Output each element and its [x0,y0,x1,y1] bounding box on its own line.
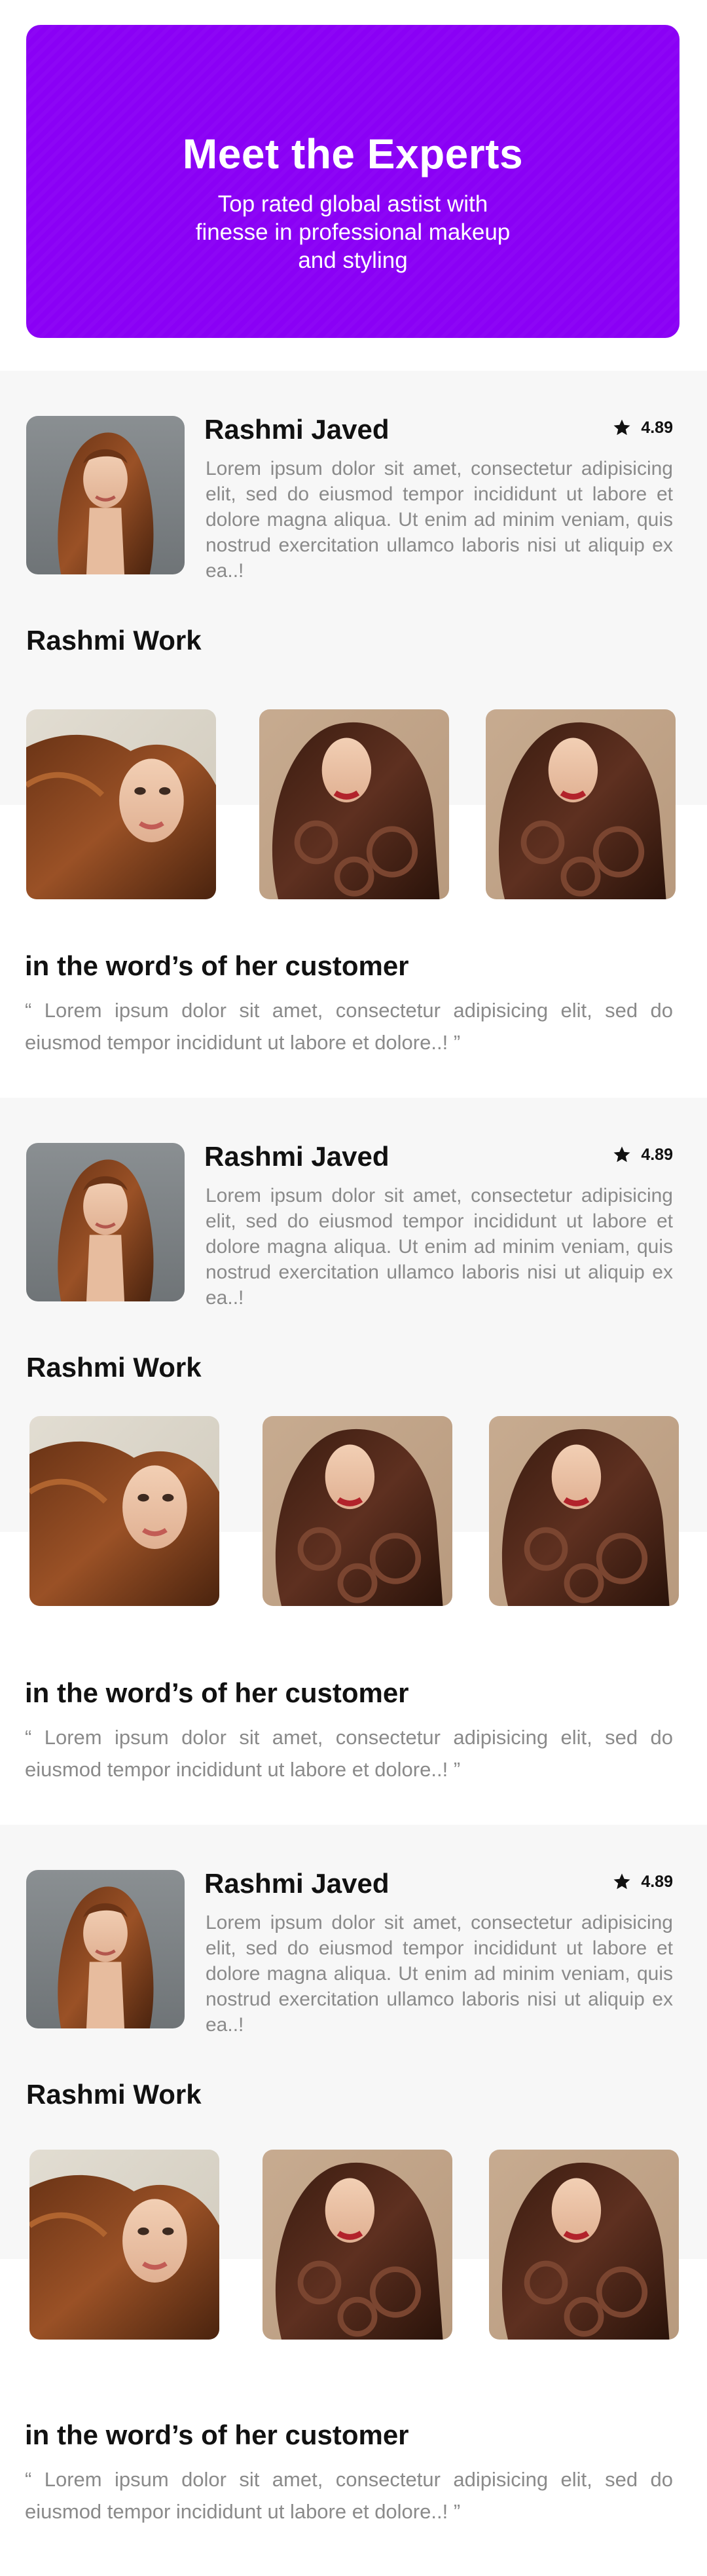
expert-rating: 4.89 [612,1872,673,1892]
work-image[interactable] [263,1416,452,1606]
rating-value: 4.89 [641,418,673,437]
work-image[interactable] [489,2150,679,2340]
expert-name: Rashmi Javed [204,1868,390,1899]
testimonial-title: in the word’s of her customer [25,2419,409,2450]
expert-name: Rashmi Javed [204,414,390,445]
expert-bio: Lorem ipsum dolor sit amet, consectetur … [206,1912,673,2036]
work-section-title: Rashmi Work [26,1352,202,1383]
expert-avatar[interactable] [26,416,185,574]
work-gallery [29,2150,684,2341]
expert-rating: 4.89 [612,418,673,438]
work-image[interactable] [263,2150,452,2340]
hero-banner: Meet the Experts Top rated global astist… [26,25,680,338]
expert-card: Rashmi Javed 4.89 Lorem ipsum dolor sit … [0,1098,707,1825]
star-icon [612,1145,632,1165]
work-image[interactable] [259,709,449,899]
work-image[interactable] [26,709,216,899]
expert-card: Rashmi Javed 4.89 Lorem ipsum dolor sit … [0,1825,707,2552]
expert-name: Rashmi Javed [204,1141,390,1172]
expert-bio: Lorem ipsum dolor sit amet, consectetur … [206,1185,673,1309]
work-image[interactable] [29,2150,219,2340]
expert-avatar[interactable] [26,1143,185,1301]
hero-subtitle: Top rated global astist with finesse in … [195,191,511,273]
work-gallery [26,709,681,901]
work-section-title: Rashmi Work [26,2079,202,2110]
expert-card: Rashmi Javed 4.89 Lorem ipsum dolor sit … [0,371,707,1098]
work-image[interactable] [489,1416,679,1606]
testimonial-title: in the word’s of her customer [25,1677,409,1708]
rating-value: 4.89 [641,1145,673,1164]
expert-bio: Lorem ipsum dolor sit amet, consectetur … [206,458,673,582]
testimonial-title: in the word’s of her customer [25,950,409,981]
star-icon [612,418,632,438]
testimonial-quote: “ Lorem ipsum dolor sit amet, consectetu… [25,2468,673,2523]
work-image[interactable] [486,709,676,899]
work-section-title: Rashmi Work [26,625,202,656]
expert-avatar[interactable] [26,1870,185,2028]
hero-title: Meet the Experts [182,130,524,177]
testimonial-quote: “ Lorem ipsum dolor sit amet, consectetu… [25,1726,673,1781]
expert-rating: 4.89 [612,1145,673,1165]
work-gallery [29,1416,684,1607]
work-image[interactable] [29,1416,219,1606]
rating-value: 4.89 [641,1872,673,1891]
testimonial-quote: “ Lorem ipsum dolor sit amet, consectetu… [25,999,673,1054]
star-icon [612,1872,632,1892]
